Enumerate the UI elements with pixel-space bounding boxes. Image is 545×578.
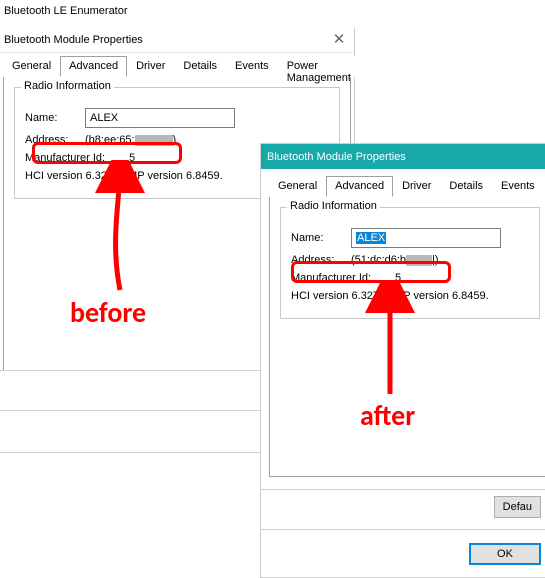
app-title: Bluetooth LE Enumerator — [0, 0, 260, 22]
tab-advanced[interactable]: Advanced — [326, 176, 393, 197]
caption-before: before — [70, 295, 146, 330]
hci-version: HCI version 6.327. — [291, 290, 382, 302]
address-value: (b8:ee:65:) — [85, 134, 176, 146]
tabs: General Advanced Driver Details Events P… — [3, 55, 351, 77]
tab-power-management[interactable]: Power Management — [278, 56, 360, 77]
caption-after: after — [360, 398, 415, 433]
manufacturer-value: 5 — [395, 272, 401, 284]
redaction-bar — [406, 255, 432, 266]
dialog-title: Bluetooth Module Properties — [4, 34, 143, 46]
tab-details[interactable]: Details — [174, 56, 226, 77]
tab-details[interactable]: Details — [440, 176, 492, 197]
manufacturer-value: 5 — [129, 152, 135, 164]
lmp-version: MP version 6.8459. — [128, 170, 223, 182]
name-label: Name: — [291, 232, 351, 244]
tab-panel-advanced: Radio Information Name: ALEX Address: (5… — [269, 197, 545, 477]
name-field[interactable]: ALEX — [351, 228, 501, 248]
address-label: Address: — [291, 254, 351, 266]
properties-dialog-after: Bluetooth Module Properties General Adva… — [260, 143, 545, 578]
tabs: General Advanced Driver Details Events P… — [269, 175, 545, 197]
tab-advanced[interactable]: Advanced — [60, 56, 127, 77]
address-value: (51:dc:d6:b|) — [351, 254, 439, 266]
close-icon[interactable]: ✕ — [330, 31, 348, 49]
lmp-version: MP version 6.8459. — [394, 290, 489, 302]
tab-events[interactable]: Events — [226, 56, 278, 77]
defaults-button[interactable]: Defau — [494, 496, 541, 518]
name-field[interactable]: ALEX — [85, 108, 235, 128]
tab-general[interactable]: General — [269, 176, 326, 197]
dialog-titlebar: Bluetooth Module Properties ✕ — [0, 28, 354, 53]
ok-cancel-row: OK — [261, 529, 545, 577]
tab-driver[interactable]: Driver — [127, 56, 174, 77]
name-label: Name: — [25, 112, 85, 124]
manufacturer-label: Manufacturer Id: — [25, 152, 115, 164]
manufacturer-label: Manufacturer Id: — [291, 272, 381, 284]
tab-general[interactable]: General — [3, 56, 60, 77]
tab-events[interactable]: Events — [492, 176, 544, 197]
defaults-button-row: Defau — [261, 489, 545, 523]
ok-button[interactable]: OK — [469, 543, 541, 565]
tab-driver[interactable]: Driver — [393, 176, 440, 197]
group-legend: Radio Information — [21, 80, 114, 92]
dialog-title: Bluetooth Module Properties — [267, 151, 406, 163]
group-legend: Radio Information — [287, 200, 380, 212]
dialog-titlebar: Bluetooth Module Properties — [261, 144, 545, 169]
hci-version: HCI version 6.327. — [25, 170, 116, 182]
redaction-bar — [135, 135, 173, 146]
address-label: Address: — [25, 134, 85, 146]
radio-information-group: Radio Information Name: ALEX Address: (5… — [280, 207, 540, 319]
